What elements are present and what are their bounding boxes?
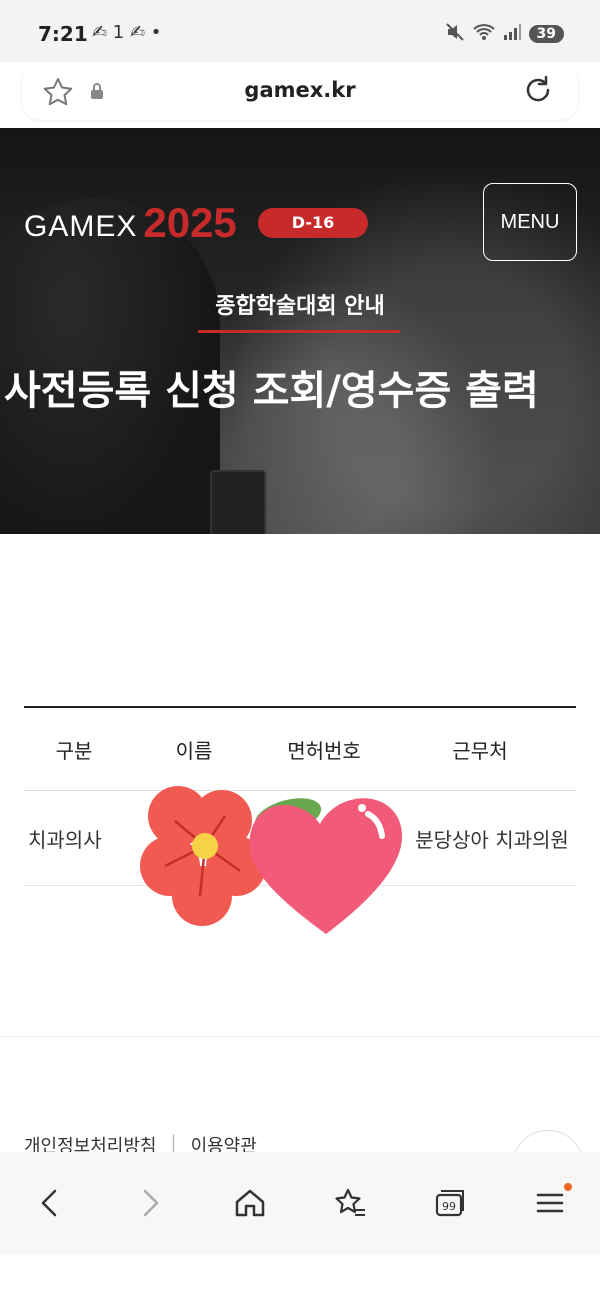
heart-sticker-icon [249,798,403,934]
gesture-area [0,1254,600,1301]
home-button[interactable] [220,1173,280,1233]
notification-dot [564,1183,572,1191]
address-bar[interactable]: gamex.kr [22,62,578,120]
notification-icons: ✍ 1 ✍ • [92,22,162,43]
hamburger-icon [536,1193,564,1213]
header-name: 이름 [175,738,213,763]
browser-bottom-nav: 99 [0,1152,600,1254]
laptop-image [210,470,266,534]
signal-icon [503,23,521,45]
tabs-icon: 99 [435,1190,464,1217]
footer-divider [0,1036,600,1037]
forward-button[interactable] [120,1173,180,1233]
menu-more-button[interactable] [520,1173,580,1233]
url-text[interactable]: gamex.kr [22,78,578,102]
reload-icon[interactable] [522,74,554,112]
status-time: 7:21 [38,22,88,46]
star-list-icon [335,1188,365,1216]
tabs-button[interactable]: 99 [420,1173,480,1233]
svg-text:99: 99 [442,1200,456,1213]
logo-gamex-text: GAMEX [24,210,138,243]
hero-banner: GAMEX 2025 D-16 MENU 종합학술대회 안내 사전등록 신청 조… [0,128,600,534]
wifi-icon [472,23,495,45]
cell-workplace: 분당상아 치과의원 [415,827,569,852]
header-license: 면허번호 [287,738,361,763]
dday-badge: D-16 [258,208,368,238]
header-category: 구분 [55,738,93,763]
status-right: 39 [445,20,564,48]
cell-category: 치과의사 [28,827,102,852]
menu-button[interactable]: MENU [483,183,577,261]
bookmarks-button[interactable] [320,1173,380,1233]
redaction-stickers [140,786,403,934]
status-bar: 7:21 ✍ 1 ✍ • 39 [0,0,600,62]
chevron-left-icon [41,1189,57,1217]
page-title: 사전등록 신청 조회/영수증 출력 [4,368,539,414]
mute-icon [445,22,465,46]
chevron-right-icon [143,1189,159,1217]
battery-indicator: 39 [528,25,564,43]
subtitle-underline [198,330,400,333]
section-subtitle: 종합학술대회 안내 [215,294,385,319]
back-button[interactable] [20,1173,80,1233]
gamex-logo[interactable]: GAMEX 2025 [24,196,237,244]
logo-year-text: 2025 [143,199,237,246]
home-icon [235,1189,265,1217]
header-workplace: 근무처 [452,738,508,763]
